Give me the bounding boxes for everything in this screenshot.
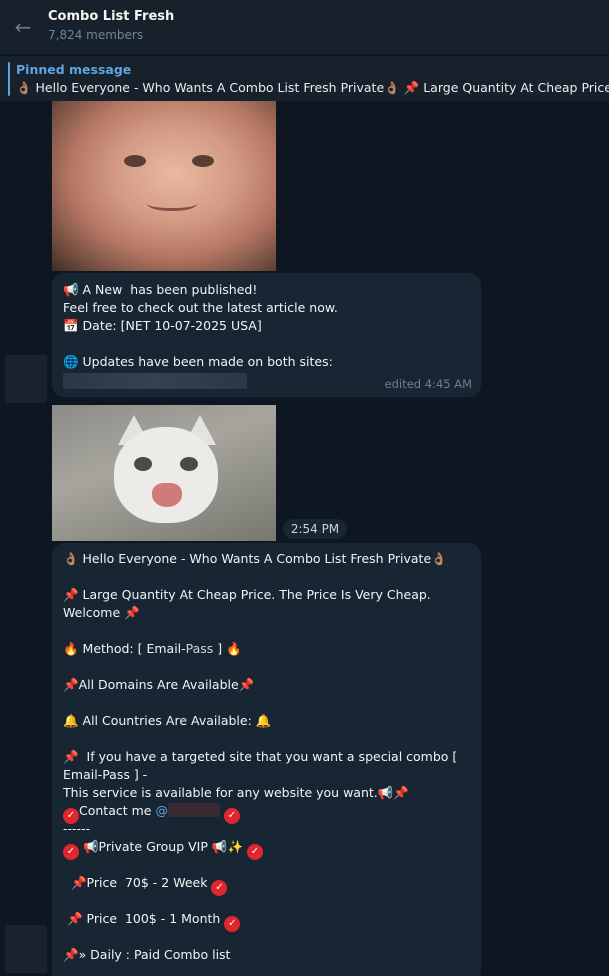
chat-title: Combo List Fresh (48, 8, 175, 24)
message-line: 📌Price 70$ - 2 Week ✓ (63, 874, 470, 896)
avatar[interactable] (5, 925, 47, 973)
message-text: 🔥 Method: [ Email- (63, 641, 186, 656)
pinned-label: Pinned message (16, 62, 132, 77)
message-text: 📌 Price 100$ - 1 Month (63, 911, 221, 926)
verified-icon: ✓ (247, 844, 263, 860)
message-line: 📌All Domains Are Available📌 (63, 677, 255, 692)
message-line: ------ (63, 821, 91, 836)
message-time: 2:54 PM (283, 519, 347, 539)
message-text: Contact me (79, 803, 156, 818)
photo-message-baby[interactable] (52, 101, 276, 271)
message-text: 📌Price 70$ - 2 Week (63, 875, 208, 890)
message-bubble: 📢 A New has been published! Feel free to… (52, 273, 481, 397)
verified-icon: ✓ (63, 844, 79, 860)
photo-message-cat[interactable] (52, 405, 276, 541)
chat-info[interactable]: Combo List Fresh 7,824 members (48, 8, 175, 45)
photo-detail (124, 155, 146, 167)
message-text: Pass (185, 641, 214, 656)
message-text: 📢Private Group VIP 📢✨ (82, 839, 244, 854)
message-line: Email-Pass ] - (63, 767, 148, 782)
message-bubble: 👌🏽 Hello Everyone - Who Wants A Combo Li… (52, 543, 481, 976)
photo-detail (147, 197, 197, 211)
message-line: 🌐 Updates have been made on both sites: (63, 354, 333, 369)
message-line: 📌 If you have a targeted site that you w… (63, 749, 458, 764)
member-count: 7,824 members (48, 27, 144, 42)
redacted-username (167, 803, 220, 817)
message-line: 📌 Price 100$ - 1 Month ✓ (63, 910, 470, 932)
pinned-indicator (8, 62, 10, 96)
avatar[interactable] (5, 355, 47, 403)
message-list: 📢 A New has been published! Feel free to… (0, 101, 609, 976)
message-line: ✓ Contact me @ ✓ (63, 802, 470, 824)
chat-header: ← Combo List Fresh 7,824 members (0, 0, 609, 54)
pinned-message-bar[interactable]: Pinned message 👌🏽 Hello Everyone - Who W… (0, 55, 609, 101)
verified-icon: ✓ (223, 808, 240, 824)
message-line: 🔔 All Countries Are Available: 🔔 (63, 713, 272, 728)
message-line: 📌 Large Quantity At Cheap Price. The Pri… (63, 587, 431, 602)
message-line: 📌» Daily : Paid Combo list (63, 947, 231, 962)
message-line: 📢 A New has been published! (63, 282, 258, 297)
message-time: edited 4:45 AM (384, 377, 472, 391)
message-line: 👌🏽 Hello Everyone - Who Wants A Combo Li… (63, 551, 447, 566)
photo-detail (192, 155, 214, 167)
photo-detail (152, 483, 182, 507)
pinned-text: 👌🏽 Hello Everyone - Who Wants A Combo Li… (16, 80, 609, 95)
arrow-left-icon[interactable]: ← (0, 0, 46, 54)
message-line: Welcome 📌 (63, 605, 140, 620)
message-line: ✓ 📢Private Group VIP 📢✨ ✓ (63, 838, 470, 860)
photo-detail (180, 457, 198, 471)
photo-detail (134, 457, 152, 471)
redacted-link[interactable] (63, 373, 247, 389)
message-line: This service is available for any websit… (63, 785, 409, 800)
message-text: ] 🔥 (213, 641, 242, 656)
mention-link[interactable]: @ (155, 803, 168, 818)
message-line: 🔥 Method: [ Email-Pass ] 🔥 (63, 640, 470, 658)
message-line: Feel free to check out the latest articl… (63, 300, 338, 315)
photo-detail (114, 427, 218, 523)
message-line: 📅 Date: [NET 10-07-2025 USA] (63, 318, 262, 333)
message-line (63, 335, 470, 353)
